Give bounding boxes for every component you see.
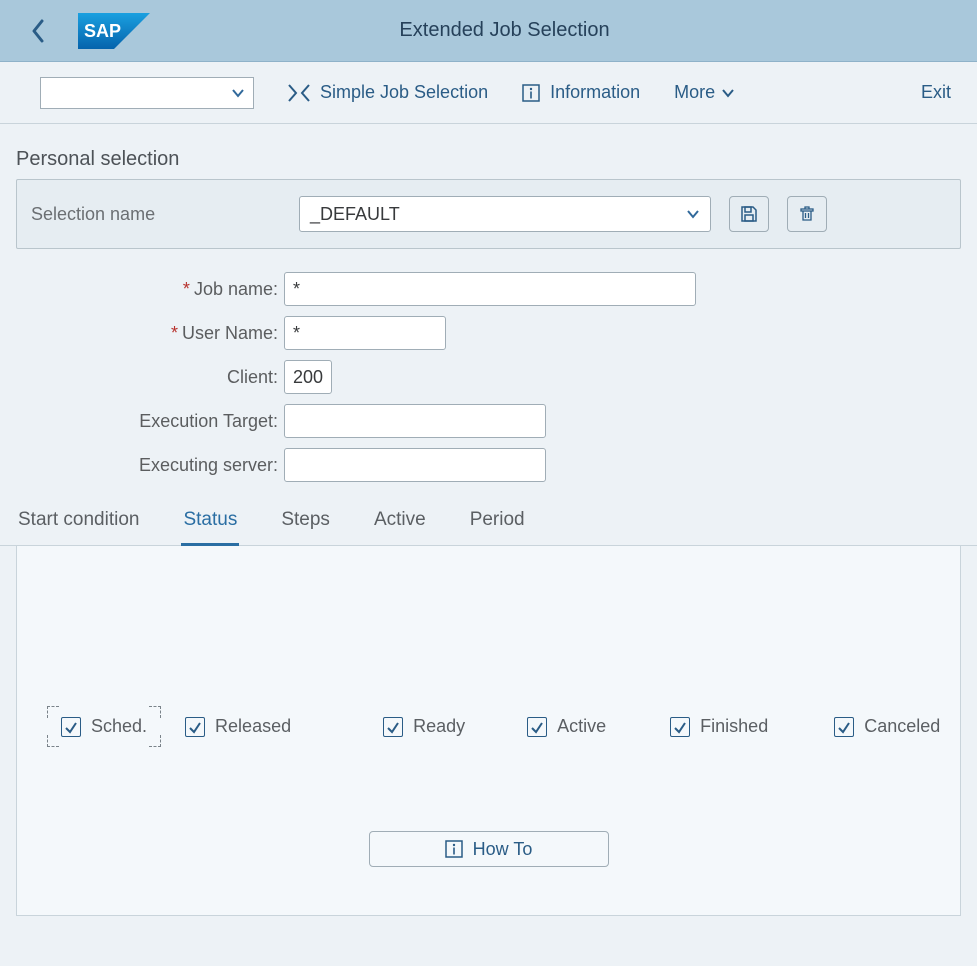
executing-server-label: Executing server:	[16, 455, 284, 476]
simple-job-selection-link[interactable]: Simple Job Selection	[288, 82, 488, 103]
save-selection-button[interactable]	[729, 196, 769, 232]
selection-name-label: Selection name	[31, 204, 281, 225]
row-job-name: *Job name:	[16, 267, 961, 311]
status-checkbox-released[interactable]: Released	[185, 716, 291, 737]
selection-name-value: _DEFAULT	[310, 204, 400, 225]
back-button[interactable]	[18, 11, 58, 51]
user-name-input[interactable]	[284, 316, 446, 350]
status-checkbox-finished[interactable]: Finished	[670, 716, 768, 737]
selection-name-combo[interactable]: _DEFAULT	[299, 196, 711, 232]
checkbox-icon[interactable]	[185, 717, 205, 737]
checkbox-label: Ready	[413, 716, 465, 737]
status-tab-content: Sched. Released Ready Active Finished Cancele…	[16, 546, 961, 916]
execution-target-input[interactable]	[284, 404, 546, 438]
save-icon	[740, 205, 758, 223]
chevron-down-icon	[231, 86, 245, 100]
svg-text:SAP: SAP	[84, 21, 121, 41]
form-area: *Job name: *User Name: Client: Execution…	[0, 249, 977, 495]
row-executing-server: Executing server:	[16, 443, 961, 487]
how-to-button[interactable]: How To	[369, 831, 609, 867]
tab-start-condition[interactable]: Start condition	[16, 509, 141, 545]
status-checkbox-row: Sched.ReleasedReadyActiveFinishedCancele…	[47, 706, 930, 747]
row-execution-target: Execution Target:	[16, 399, 961, 443]
trash-icon	[798, 205, 816, 223]
information-link[interactable]: Information	[522, 82, 640, 103]
sap-logo: SAP	[78, 13, 150, 49]
status-checkbox-sched[interactable]: Sched.	[61, 716, 147, 737]
checkbox-icon[interactable]	[527, 717, 547, 737]
chevron-left-icon	[30, 19, 46, 43]
checkbox-icon[interactable]	[383, 717, 403, 737]
checkbox-label: Sched.	[91, 716, 147, 737]
info-icon	[522, 84, 540, 102]
row-client: Client:	[16, 355, 961, 399]
checkbox-label: Active	[557, 716, 606, 737]
exit-label: Exit	[921, 82, 951, 102]
more-menu[interactable]: More	[674, 82, 735, 103]
execution-target-label: Execution Target:	[16, 411, 284, 432]
tab-strip: Start condition Status Steps Active Period	[0, 495, 977, 546]
checkbox-icon[interactable]	[61, 717, 81, 737]
executing-server-input[interactable]	[284, 448, 546, 482]
status-checkbox-ready[interactable]: Ready	[383, 716, 465, 737]
personal-selection-heading: Personal selection	[0, 124, 977, 179]
job-name-input[interactable]	[284, 272, 696, 306]
chevron-down-icon	[686, 207, 700, 221]
more-label: More	[674, 82, 715, 103]
tab-active[interactable]: Active	[372, 509, 428, 545]
app-header: SAP Extended Job Selection	[0, 0, 977, 62]
checkbox-label: Canceled	[864, 716, 940, 737]
app-window: SAP Extended Job Selection Simple Job Se…	[0, 0, 977, 966]
toolbar-dropdown[interactable]	[40, 77, 254, 109]
tab-status[interactable]: Status	[181, 509, 239, 546]
client-input[interactable]	[284, 360, 332, 394]
row-user-name: *User Name:	[16, 311, 961, 355]
simple-job-selection-label: Simple Job Selection	[320, 82, 488, 103]
how-to-label: How To	[473, 839, 533, 860]
personal-selection-panel: Selection name _DEFAULT	[16, 179, 961, 249]
checkbox-icon[interactable]	[834, 717, 854, 737]
status-checkbox-canceled[interactable]: Canceled	[834, 716, 940, 737]
tab-steps[interactable]: Steps	[279, 509, 332, 545]
checkbox-label: Finished	[700, 716, 768, 737]
info-icon	[445, 840, 463, 858]
page-title: Extended Job Selection	[150, 19, 859, 42]
delete-selection-button[interactable]	[787, 196, 827, 232]
chevron-down-icon	[721, 86, 735, 100]
information-label: Information	[550, 82, 640, 103]
client-label: Client:	[16, 367, 284, 388]
toolbar: Simple Job Selection Information More Ex…	[0, 62, 977, 124]
tab-period[interactable]: Period	[468, 509, 527, 545]
user-name-label: *User Name:	[16, 323, 284, 344]
checkbox-label: Released	[215, 716, 291, 737]
checkbox-icon[interactable]	[670, 717, 690, 737]
job-name-label: *Job name:	[16, 279, 284, 300]
exit-link[interactable]: Exit	[921, 82, 951, 103]
status-checkbox-active[interactable]: Active	[527, 716, 606, 737]
execute-icon	[288, 84, 310, 102]
